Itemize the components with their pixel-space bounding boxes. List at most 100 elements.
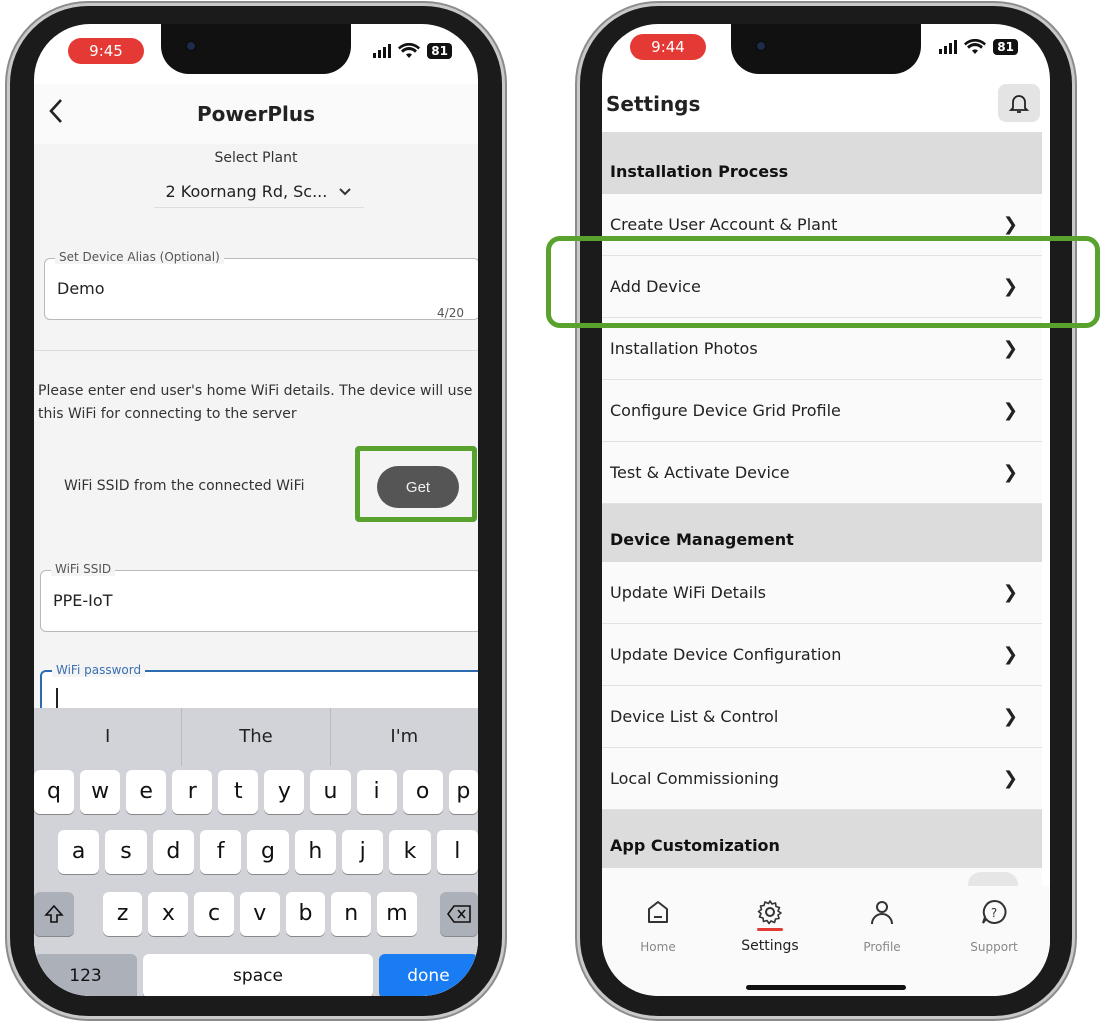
settings-item-local-commissioning[interactable]: Local Commissioning ❯ <box>602 748 1042 810</box>
settings-item-grid-profile[interactable]: Configure Device Grid Profile ❯ <box>602 380 1042 442</box>
page-title: PowerPlus <box>197 102 315 126</box>
plant-select[interactable]: 2 Koornang Rd, Sc... <box>154 182 364 208</box>
divider <box>34 350 478 351</box>
chevron-down-icon <box>339 188 352 196</box>
item-label: Installation Photos <box>610 339 758 358</box>
wifi-info-text: Please enter end user's home WiFi detail… <box>38 383 473 422</box>
key-n[interactable]: n <box>331 892 372 936</box>
signal-icon <box>373 44 392 58</box>
key-z[interactable]: z <box>102 892 143 936</box>
tab-profile[interactable]: Profile <box>826 886 938 996</box>
bottom-tab-bar: Home Settings Profile ? Support <box>602 886 1050 996</box>
key-s[interactable]: s <box>105 830 147 874</box>
shift-icon <box>44 904 64 923</box>
settings-item-device-list[interactable]: Device List & Control ❯ <box>602 686 1042 748</box>
device-alias-legend: Set Device Alias (Optional) <box>55 250 224 264</box>
chevron-right-icon: ❯ <box>1002 706 1018 727</box>
battery-indicator: 81 <box>427 43 452 59</box>
key-y[interactable]: y <box>264 770 305 814</box>
status-icons: 81 <box>373 38 452 64</box>
key-r[interactable]: r <box>172 770 213 814</box>
key-u[interactable]: u <box>310 770 351 814</box>
numbers-key[interactable]: 123 <box>34 954 138 996</box>
item-label: Device List & Control <box>610 707 779 726</box>
tab-home[interactable]: Home <box>602 886 714 996</box>
notifications-button[interactable] <box>998 84 1040 122</box>
status-time: 9:44 <box>630 34 706 60</box>
suggestion-item[interactable]: The <box>182 708 331 766</box>
keyboard-row-1: q w e r t y u i o p <box>34 770 478 814</box>
chevron-right-icon: ❯ <box>1002 462 1018 483</box>
wifi-ssid-field[interactable]: WiFi SSID PPE-IoT <box>40 562 478 632</box>
home-icon <box>648 901 668 923</box>
key-g[interactable]: g <box>247 830 289 874</box>
camera-icon <box>185 40 197 52</box>
keyboard-row-2: a s d f g h j k l <box>34 830 478 874</box>
chevron-right-icon: ❯ <box>1002 644 1018 665</box>
tab-settings[interactable]: Settings <box>714 886 826 996</box>
camera-icon <box>755 40 767 52</box>
keyboard-row-3: z x c v b n m <box>34 892 478 936</box>
home-indicator <box>746 985 906 990</box>
get-button-highlight <box>355 446 477 522</box>
plant-select-value: 2 Koornang Rd, Sc... <box>165 182 328 201</box>
wifi-icon <box>398 43 421 58</box>
item-label: Test & Activate Device <box>610 463 790 482</box>
key-w[interactable]: w <box>80 770 121 814</box>
item-label: Update Device Configuration <box>610 645 842 664</box>
suggestion-item[interactable]: I'm <box>331 708 478 766</box>
key-p[interactable]: p <box>448 770 478 814</box>
key-q[interactable]: q <box>34 770 75 814</box>
key-j[interactable]: j <box>341 830 384 874</box>
wifi-ssid-value: PPE-IoT <box>53 591 113 610</box>
tab-support[interactable]: ? Support <box>938 886 1050 996</box>
notch <box>731 24 921 74</box>
svg-text:?: ? <box>991 906 997 920</box>
select-plant-label: Select Plant <box>214 150 298 166</box>
status-time: 9:45 <box>68 38 144 64</box>
key-v[interactable]: v <box>239 892 280 936</box>
key-m[interactable]: m <box>377 892 417 936</box>
key-f[interactable]: f <box>199 830 242 874</box>
key-c[interactable]: c <box>194 892 234 936</box>
alias-char-counter: 4/20 <box>437 306 464 320</box>
key-x[interactable]: x <box>148 892 189 936</box>
section-app-customization: App Customization <box>602 810 1042 868</box>
key-d[interactable]: d <box>152 830 194 874</box>
status-icons: 81 <box>939 34 1018 60</box>
ssid-row-label: WiFi SSID from the connected WiFi <box>64 478 305 494</box>
settings-item-update-wifi[interactable]: Update WiFi Details ❯ <box>602 562 1042 624</box>
settings-item-update-config[interactable]: Update Device Configuration ❯ <box>602 624 1042 686</box>
key-k[interactable]: k <box>389 830 431 874</box>
bell-icon <box>1008 95 1030 113</box>
tab-label: Profile <box>863 940 901 954</box>
signal-icon <box>939 40 958 54</box>
key-b[interactable]: b <box>285 892 326 936</box>
key-e[interactable]: e <box>126 770 167 814</box>
wifi-icon <box>964 39 987 54</box>
done-key[interactable]: done <box>378 954 478 996</box>
key-h[interactable]: h <box>294 830 336 874</box>
key-i[interactable]: i <box>356 770 397 814</box>
item-label: Create User Account & Plant <box>610 215 838 234</box>
battery-indicator: 81 <box>993 39 1018 55</box>
section-device-management: Device Management <box>602 504 1042 562</box>
key-t[interactable]: t <box>218 770 259 814</box>
key-a[interactable]: a <box>58 830 100 874</box>
shift-key[interactable] <box>34 892 74 936</box>
keyboard-row-4: 123 space done <box>34 954 478 996</box>
device-alias-value: Demo <box>57 279 105 298</box>
section-installation-process: Installation Process <box>602 132 1042 194</box>
backspace-key[interactable] <box>440 892 478 936</box>
suggestion-item[interactable]: I <box>34 708 183 766</box>
key-o[interactable]: o <box>402 770 443 814</box>
key-l[interactable]: l <box>436 830 478 874</box>
tab-label: Home <box>640 940 676 954</box>
wifi-ssid-legend: WiFi SSID <box>51 562 116 576</box>
settings-item-test-activate[interactable]: Test & Activate Device ❯ <box>602 442 1042 504</box>
space-key[interactable]: space <box>143 954 373 996</box>
device-alias-field[interactable]: Set Device Alias (Optional) Demo <box>44 250 478 320</box>
app-header: Settings <box>602 84 1050 134</box>
backspace-icon <box>447 905 471 923</box>
chevron-right-icon: ❯ <box>1002 400 1018 421</box>
